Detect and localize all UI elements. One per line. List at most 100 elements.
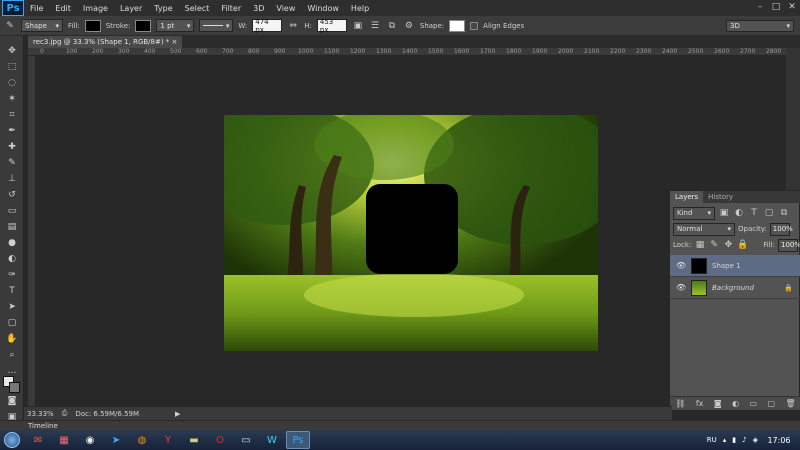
link-layers-icon[interactable]: ⛓ (675, 399, 685, 408)
tray-arrow-icon[interactable]: ▴ (723, 436, 727, 444)
stroke-type-select[interactable]: ▾ (199, 19, 234, 32)
new-layer-icon[interactable]: ▢ (768, 399, 776, 408)
layer-row-background[interactable]: 👁 Background 🔒 (670, 277, 800, 299)
filter-pixel-icon[interactable]: ▣ (718, 207, 730, 219)
eye-icon[interactable]: 👁 (676, 261, 686, 271)
eraser-tool-icon[interactable]: ▭ (4, 204, 20, 217)
blur-tool-icon[interactable]: ● (4, 236, 20, 249)
menu-image[interactable]: Image (77, 4, 114, 13)
timeline-label[interactable]: Timeline (28, 422, 58, 430)
gear-icon[interactable]: ⚙ (403, 20, 415, 32)
tray-app-icon[interactable]: ◈ (753, 436, 758, 444)
fill-input[interactable]: 100% (777, 238, 800, 252)
taskbar-media-icon[interactable]: ◉ (78, 431, 102, 449)
menu-3d[interactable]: 3D (247, 4, 270, 13)
clone-stamp-tool-icon[interactable]: ⊥ (4, 172, 20, 185)
type-tool-icon[interactable]: T (4, 284, 20, 297)
healing-brush-tool-icon[interactable]: ✚ (4, 140, 20, 153)
filter-smart-object-icon[interactable]: ⧉ (778, 207, 790, 219)
layer-row-shape-1[interactable]: 👁 Shape 1 (670, 255, 800, 277)
filter-shape-icon[interactable]: ▢ (763, 207, 775, 219)
history-brush-tool-icon[interactable]: ↺ (4, 188, 20, 201)
eye-icon[interactable]: 👁 (676, 283, 686, 293)
maximize-button[interactable]: □ (768, 0, 784, 14)
add-mask-icon[interactable]: ◙ (714, 399, 722, 408)
tool-mode-select[interactable]: Shape ▾ (21, 19, 63, 32)
path-alignment-icon[interactable]: ☰ (369, 20, 381, 32)
lock-transparent-icon[interactable]: ▦ (694, 239, 705, 251)
marquee-tool-icon[interactable]: ⬚ (4, 60, 20, 73)
export-icon[interactable]: ⎙ (62, 409, 68, 418)
height-input[interactable]: 453 px (316, 18, 347, 34)
taskbar-telegram-icon[interactable]: ➤ (104, 431, 128, 449)
filter-type-icon[interactable]: T (748, 207, 760, 219)
start-button[interactable] (0, 430, 24, 450)
lasso-tool-icon[interactable]: ◌ (4, 76, 20, 89)
path-selection-tool-icon[interactable]: ➤ (4, 300, 20, 313)
width-input[interactable]: 474 px (252, 18, 283, 34)
language-indicator[interactable]: RU (707, 436, 717, 444)
menu-select[interactable]: Select (179, 4, 216, 13)
tab-history[interactable]: History (703, 191, 738, 203)
taskbar-photoshop-icon[interactable]: Ps (286, 431, 310, 449)
clock[interactable]: 17:06 (764, 436, 794, 445)
adjustment-layer-icon[interactable]: ◐ (732, 399, 739, 408)
menu-filter[interactable]: Filter (215, 4, 247, 13)
document-tab[interactable]: rec3.jpg @ 33.3% (Shape 1, RGB/8#) * × (28, 36, 183, 48)
lock-pixels-icon[interactable]: ✎ (709, 239, 720, 251)
fill-color-swatch[interactable] (84, 19, 101, 32)
lock-position-icon[interactable]: ✥ (723, 239, 734, 251)
menu-window[interactable]: Window (301, 4, 345, 13)
taskbar-yandex-icon[interactable]: Y (156, 431, 180, 449)
hand-tool-icon[interactable]: ✋ (4, 332, 20, 345)
taskbar-word-icon[interactable]: W (260, 431, 284, 449)
menu-view[interactable]: View (270, 4, 301, 13)
status-menu-arrow-icon[interactable]: ▶ (175, 410, 180, 418)
path-operations-icon[interactable]: ▣ (352, 20, 364, 32)
document-size[interactable]: Doc: 6.59M/6.59M (75, 410, 139, 418)
zoom-tool-icon[interactable]: ⌕ (4, 348, 20, 361)
filter-adjustment-icon[interactable]: ◐ (733, 207, 745, 219)
tab-layers[interactable]: Layers (670, 191, 704, 203)
menu-file[interactable]: File (24, 4, 49, 13)
stroke-color-swatch[interactable] (135, 19, 152, 32)
taskbar-window-icon[interactable]: ▭ (234, 431, 258, 449)
background-color-swatch[interactable] (9, 382, 20, 393)
taskbar-opera-icon[interactable]: O (208, 431, 232, 449)
zoom-level[interactable]: 33.33% (27, 410, 54, 418)
layer-filter-select[interactable]: Kind ▾ (673, 206, 715, 220)
new-group-icon[interactable]: ▭ (750, 399, 758, 408)
path-arrangement-icon[interactable]: ⧉ (386, 20, 398, 32)
close-window-button[interactable]: ✕ (784, 0, 800, 14)
menu-help[interactable]: Help (345, 4, 375, 13)
rounded-rectangle-shape[interactable] (366, 184, 458, 274)
workspace-select[interactable]: 3D ▾ (726, 20, 794, 32)
crop-tool-icon[interactable]: ⌗ (4, 108, 20, 121)
quick-mask-icon[interactable]: ◙ (4, 394, 20, 407)
blend-mode-select[interactable]: Normal ▾ (673, 222, 735, 236)
pen-tool-icon[interactable]: ✑ (4, 268, 20, 281)
menu-type[interactable]: Type (148, 4, 178, 13)
lock-all-icon[interactable]: 🔒 (737, 239, 748, 251)
menu-layer[interactable]: Layer (114, 4, 148, 13)
opacity-input[interactable]: 100% (769, 222, 793, 236)
rectangle-tool-icon[interactable]: ▢ (4, 316, 20, 329)
taskbar-mail-icon[interactable]: ✉ (26, 431, 50, 449)
network-icon[interactable]: ▮ (732, 436, 736, 444)
gradient-tool-icon[interactable]: ▤ (4, 220, 20, 233)
menu-edit[interactable]: Edit (49, 4, 77, 13)
align-edges-checkbox[interactable] (470, 21, 479, 30)
minimize-button[interactable]: – (752, 0, 768, 14)
taskbar-firefox-icon[interactable]: ◍ (130, 431, 154, 449)
magic-wand-tool-icon[interactable]: ✶ (4, 92, 20, 105)
taskbar-app-icon[interactable]: ▦ (52, 431, 76, 449)
volume-icon[interactable]: ♪ (742, 436, 746, 444)
dodge-tool-icon[interactable]: ◐ (4, 252, 20, 265)
taskbar-folder-icon[interactable]: ▬ (182, 431, 206, 449)
close-document-icon[interactable]: × (172, 38, 178, 46)
eyedropper-tool-icon[interactable]: ✒ (4, 124, 20, 137)
shape-picker-swatch[interactable] (449, 19, 466, 32)
shape-tool-preset-icon[interactable]: ✎ (4, 20, 16, 32)
fx-icon[interactable]: fx (696, 399, 704, 408)
link-icon[interactable]: ⇔ (287, 20, 299, 32)
